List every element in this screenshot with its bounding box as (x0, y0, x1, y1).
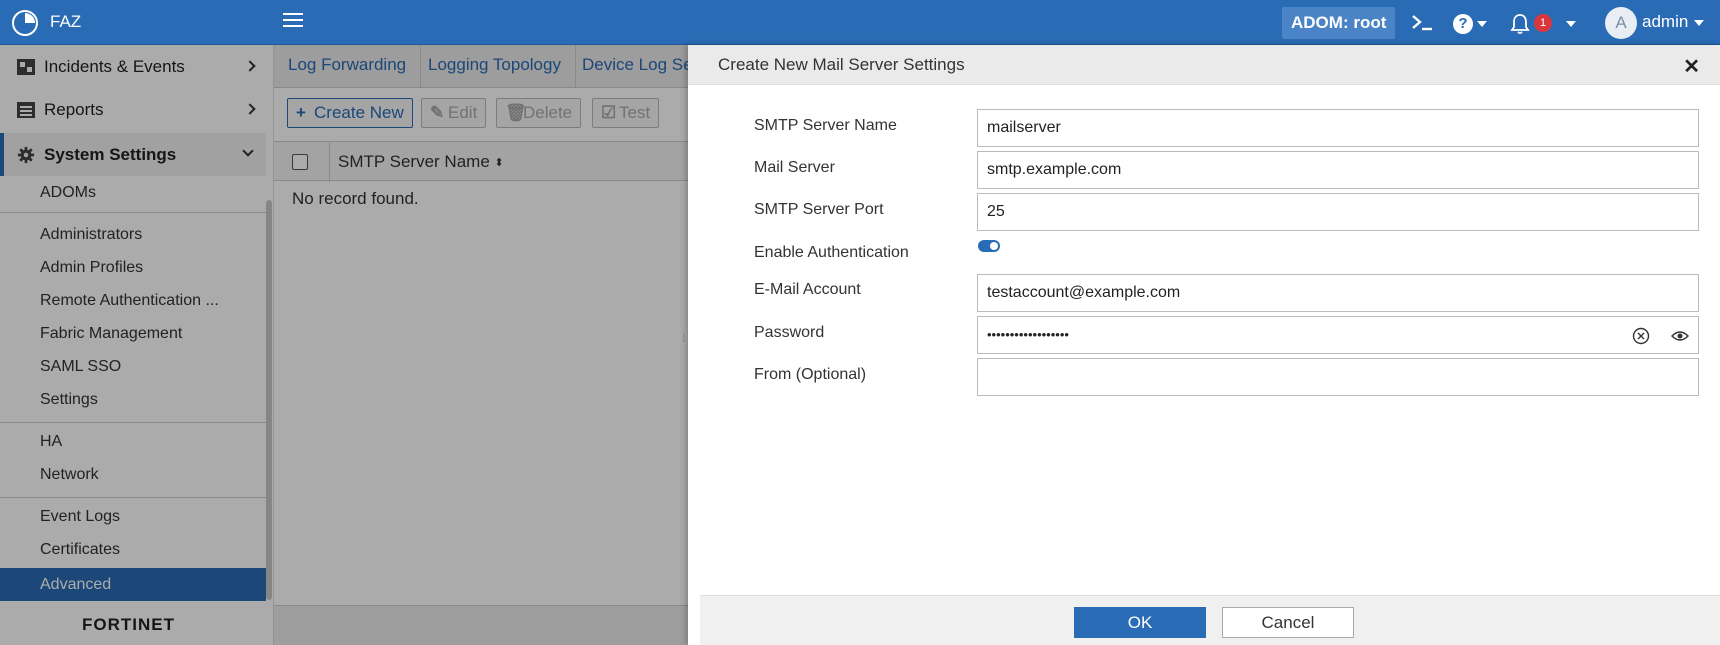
user-menu[interactable]: admin (1642, 12, 1705, 32)
enable-authentication-label: Enable Authentication (754, 244, 909, 261)
smtp-server-port-input[interactable] (977, 193, 1699, 231)
app-name: FAZ (50, 12, 82, 31)
email-account-input[interactable] (977, 274, 1699, 312)
dialog-footer: OK Cancel (700, 595, 1720, 645)
toggle-knob (990, 242, 998, 250)
dialog-body: SMTP Server Name Mail Server SMTP Server… (700, 85, 1720, 595)
help-menu[interactable]: ? (1453, 10, 1487, 36)
adom-selector[interactable]: ADOM: root (1282, 7, 1396, 39)
mail-server-dialog: ⁞ Create New Mail Server Settings ✕ SMTP… (682, 45, 1720, 645)
chevron-down-icon (1565, 20, 1576, 27)
ok-button[interactable]: OK (1074, 607, 1206, 638)
password-value: •••••••••••••••••• (987, 327, 1069, 342)
chevron-down-icon (1694, 19, 1705, 26)
faz-logo-icon[interactable] (12, 10, 38, 36)
from-label: From (Optional) (754, 366, 867, 383)
dialog-header: Create New Mail Server Settings ✕ (688, 45, 1720, 85)
clear-icon[interactable] (1631, 326, 1651, 346)
resize-handle[interactable]: ⁞ (682, 332, 688, 353)
mail-server-input[interactable] (977, 151, 1699, 189)
smtp-server-name-input[interactable] (977, 109, 1699, 147)
mail-server-label: Mail Server (754, 159, 835, 176)
from-input[interactable] (977, 358, 1699, 396)
hamburger-menu-icon[interactable] (283, 13, 303, 31)
top-bar: FAZ ADOM: root ? 1 A admin (0, 0, 1720, 45)
enable-authentication-toggle[interactable] (978, 240, 1000, 252)
avatar[interactable]: A (1605, 7, 1637, 39)
password-field[interactable]: •••••••••••••••••• (977, 316, 1699, 354)
close-icon[interactable]: ✕ (1683, 54, 1700, 79)
username-label: admin (1642, 12, 1689, 31)
smtp-server-port-label: SMTP Server Port (754, 201, 884, 218)
help-icon: ? (1453, 13, 1473, 34)
eye-icon[interactable] (1670, 326, 1690, 346)
password-label: Password (754, 324, 825, 341)
cancel-button[interactable]: Cancel (1222, 607, 1354, 638)
smtp-server-name-label: SMTP Server Name (754, 117, 897, 134)
notification-badge: 1 (1534, 14, 1552, 32)
cli-console-icon[interactable] (1410, 10, 1434, 36)
dialog-title: Create New Mail Server Settings (718, 55, 965, 74)
bell-icon (1510, 13, 1530, 34)
email-account-label: E-Mail Account (754, 281, 861, 298)
chevron-down-icon (1477, 20, 1487, 27)
